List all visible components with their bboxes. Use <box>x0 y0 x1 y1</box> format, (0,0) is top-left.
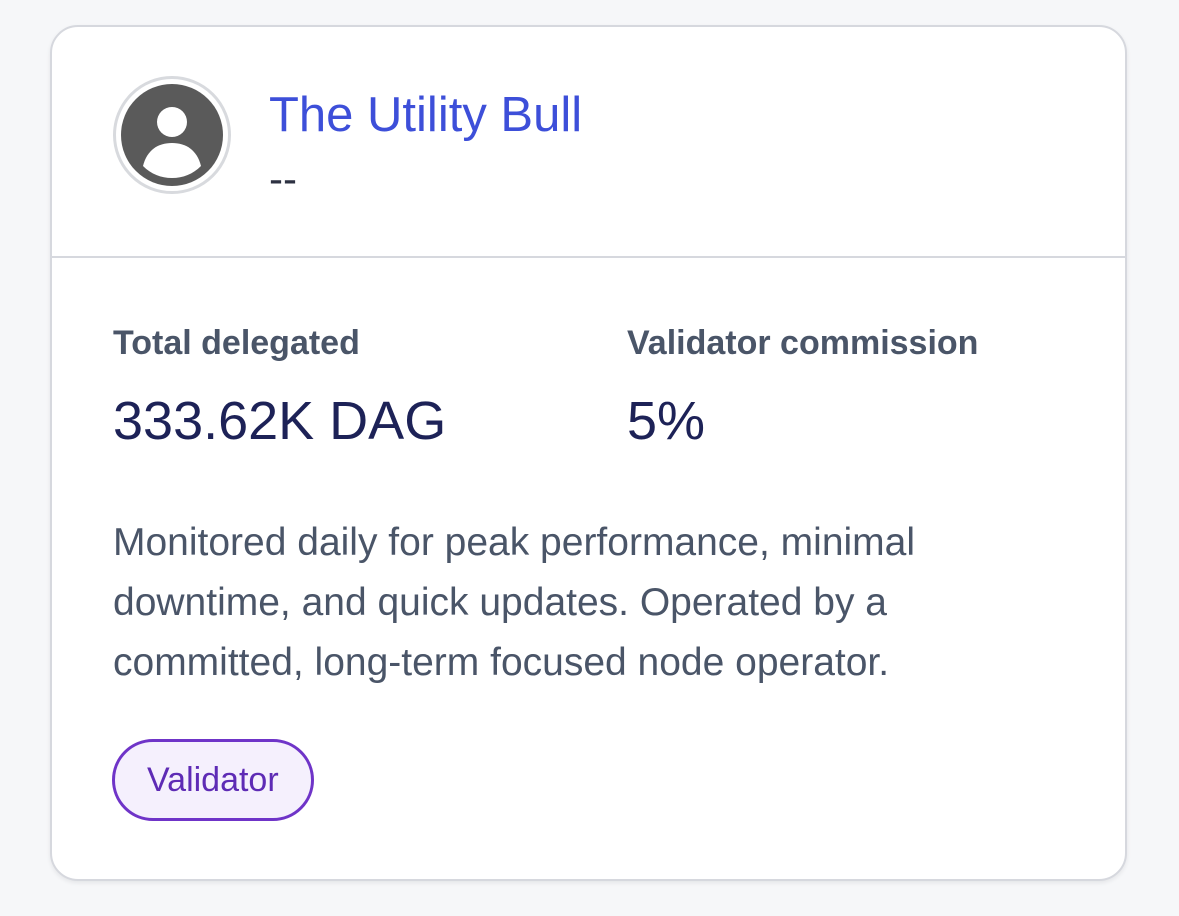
card-header: The Utility Bull -- <box>52 27 1125 258</box>
total-delegated-label: Total delegated <box>113 324 360 362</box>
validator-name-link[interactable]: The Utility Bull <box>269 85 582 145</box>
commission-label: Validator commission <box>627 324 979 362</box>
validator-badge: Validator <box>112 739 314 821</box>
user-avatar-icon <box>121 84 223 186</box>
validator-subtitle: -- <box>269 155 297 202</box>
total-delegated-value: 333.62K DAG <box>113 391 447 451</box>
commission-value: 5% <box>627 391 706 451</box>
validator-card[interactable]: The Utility Bull -- Total delegated 333.… <box>50 25 1127 881</box>
avatar <box>113 76 231 194</box>
validator-description: Monitored daily for peak performance, mi… <box>113 521 916 684</box>
